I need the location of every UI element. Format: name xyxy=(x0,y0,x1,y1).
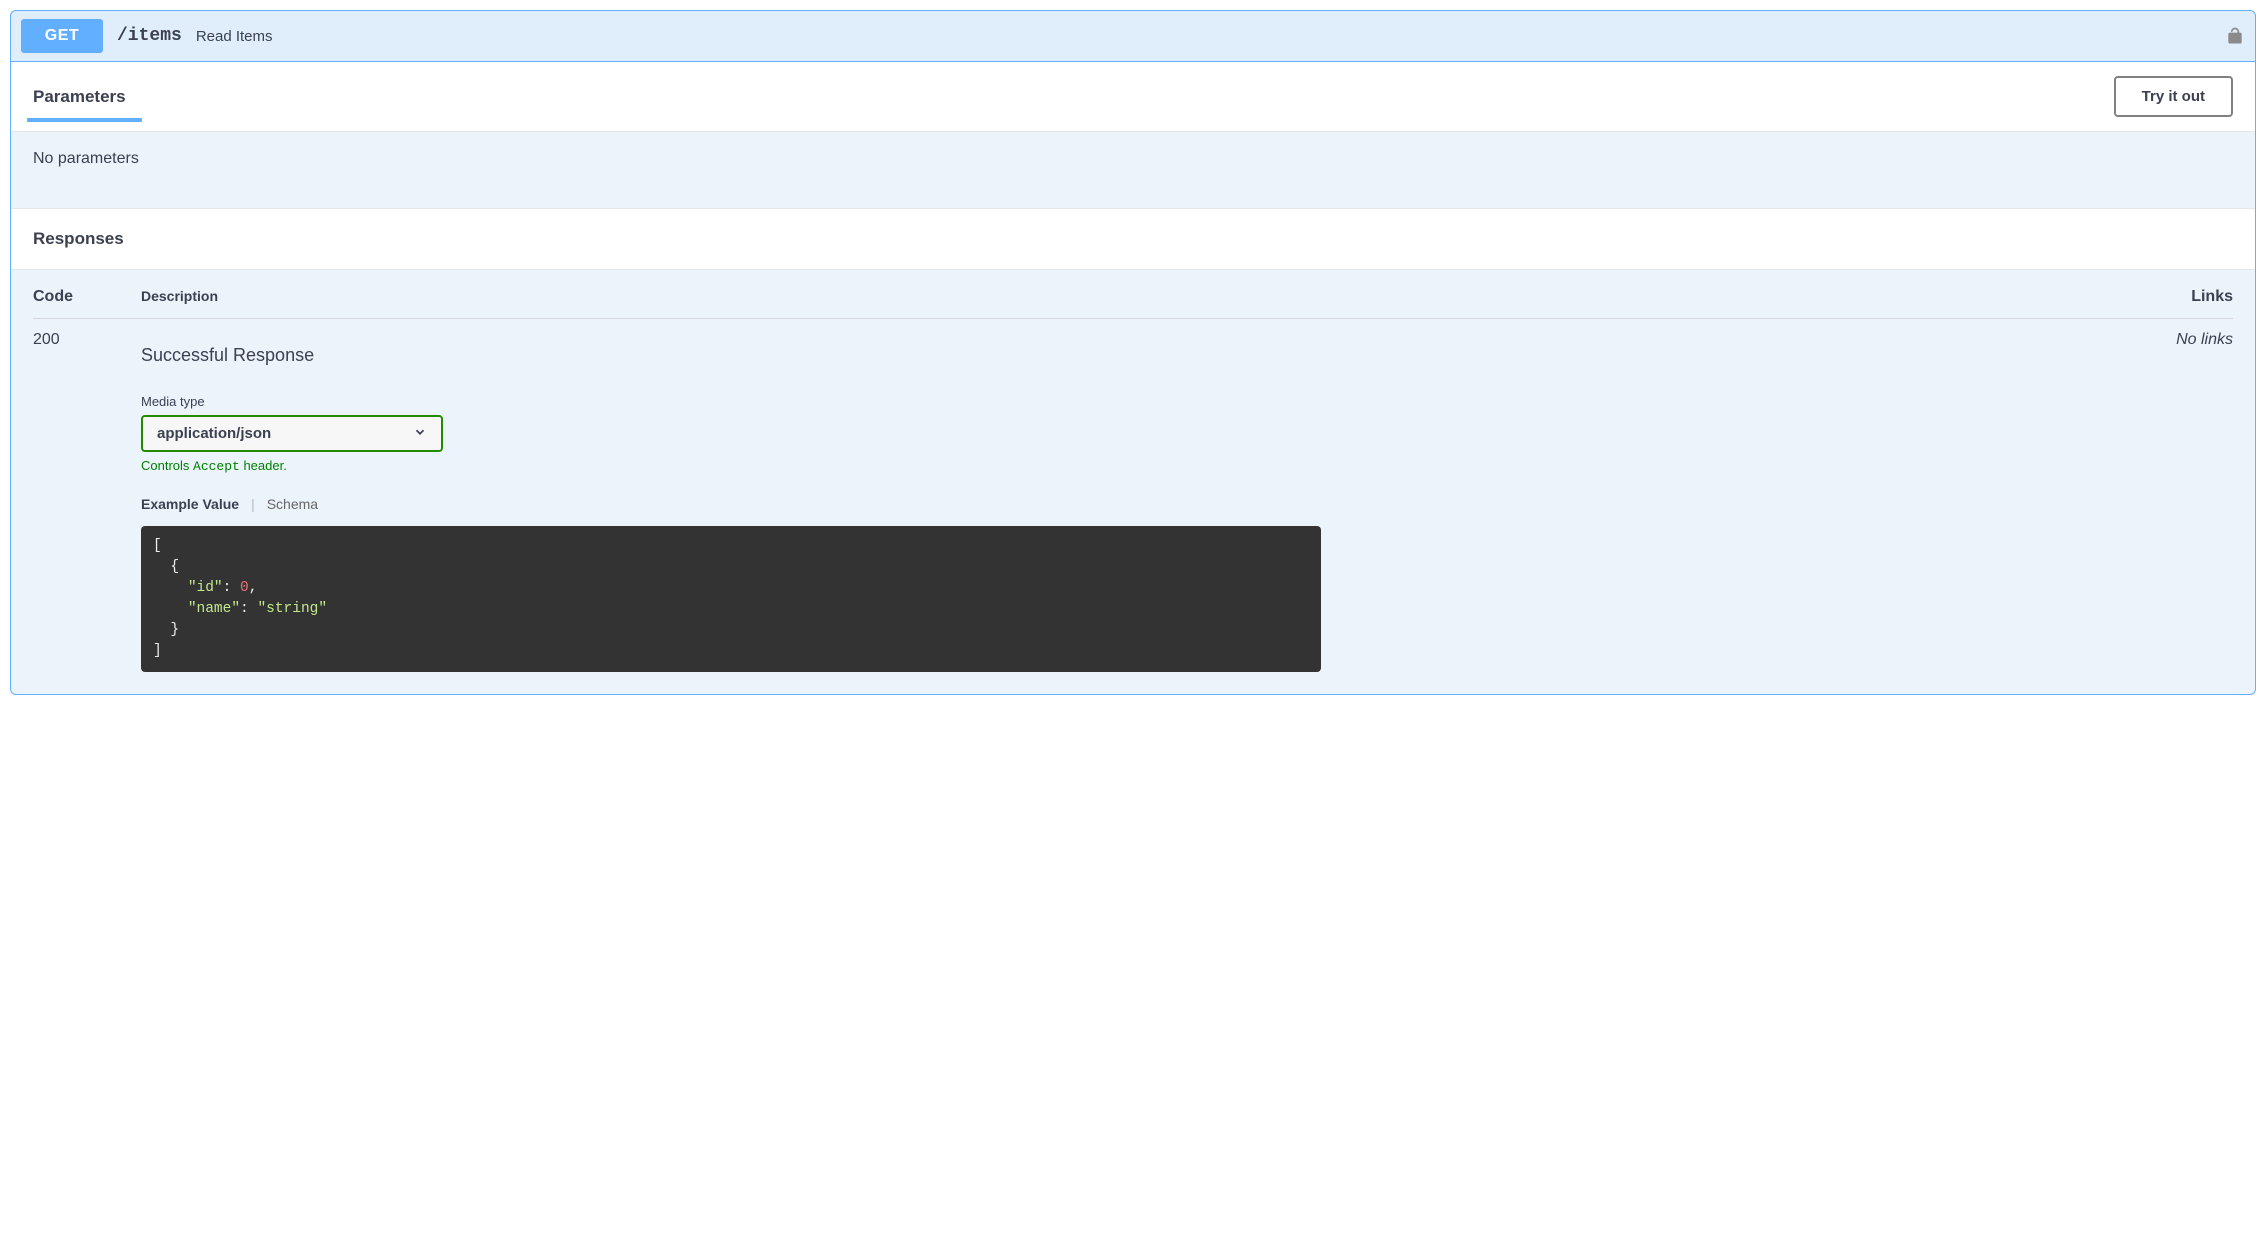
media-type-value: application/json xyxy=(157,425,271,442)
tab-separator: | xyxy=(251,496,255,512)
method-badge: GET xyxy=(21,19,103,53)
responses-header: Responses xyxy=(11,208,2255,270)
responses-body: Code Description Links 200 Successful Re… xyxy=(11,270,2255,694)
parameters-header: Parameters Try it out xyxy=(11,62,2255,132)
lock-open-icon[interactable] xyxy=(2225,26,2245,46)
col-header-code: Code xyxy=(33,288,141,306)
response-row: 200 Successful Response Media type appli… xyxy=(33,331,2233,672)
operation-path: /items xyxy=(117,26,182,46)
example-code-block: [ { "id": 0, "name": "string" } ] xyxy=(141,526,1321,672)
operation-summary[interactable]: GET /items Read Items xyxy=(11,11,2255,62)
parameters-tab[interactable]: Parameters xyxy=(33,87,126,121)
media-type-select[interactable]: application/json xyxy=(141,415,443,452)
col-header-description: Description xyxy=(141,288,2143,306)
example-tabs: Example Value | Schema xyxy=(141,496,2143,512)
response-table-header: Code Description Links xyxy=(33,288,2233,319)
response-description: Successful Response xyxy=(141,345,2143,366)
chevron-down-icon xyxy=(413,425,427,442)
responses-title: Responses xyxy=(33,229,124,248)
try-it-out-button[interactable]: Try it out xyxy=(2114,76,2233,117)
operation-summary-text: Read Items xyxy=(196,28,273,45)
no-parameters-text: No parameters xyxy=(33,150,139,167)
response-code: 200 xyxy=(33,331,141,349)
operation-block: GET /items Read Items Parameters Try it … xyxy=(10,10,2256,695)
accept-header-note: Controls Accept header. xyxy=(141,458,2143,474)
tab-schema[interactable]: Schema xyxy=(267,496,318,512)
response-links: No links xyxy=(2143,331,2233,349)
tab-example-value[interactable]: Example Value xyxy=(141,496,239,512)
parameters-body: No parameters xyxy=(11,132,2255,208)
col-header-links: Links xyxy=(2143,288,2233,306)
media-type-label: Media type xyxy=(141,394,2143,409)
